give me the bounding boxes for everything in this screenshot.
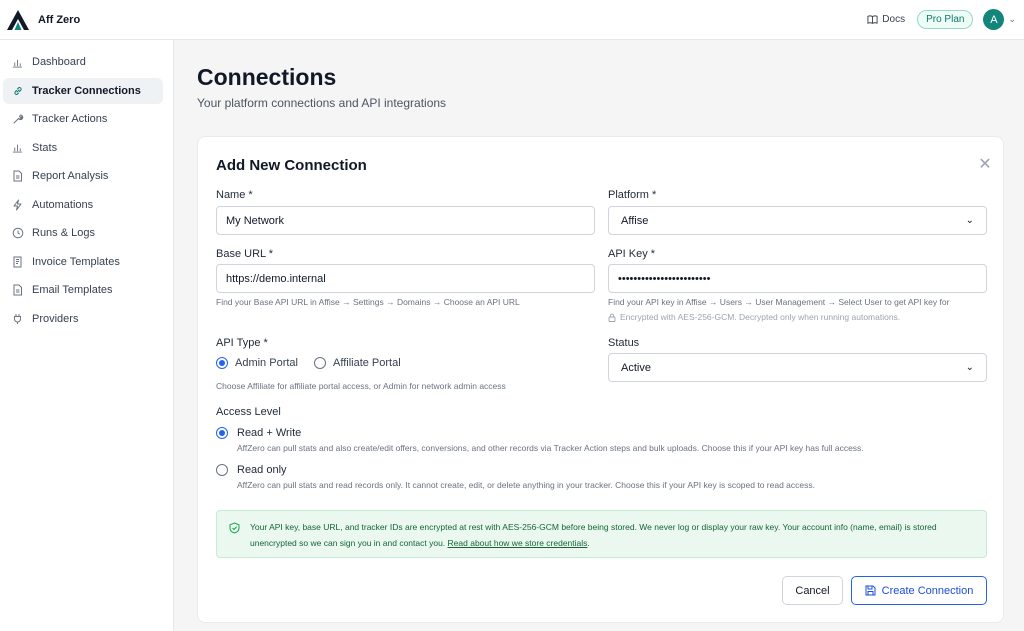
bar-chart-icon xyxy=(11,56,24,69)
sidebar-item-label: Email Templates xyxy=(32,284,113,296)
chevron-down-icon[interactable]: ⌄ xyxy=(1008,14,1016,25)
chevron-down-icon: ⌄ xyxy=(965,362,974,373)
sidebar-item-label: Invoice Templates xyxy=(32,255,120,268)
sidebar-item-stats[interactable]: Stats xyxy=(3,135,163,161)
radio-label: Affiliate Portal xyxy=(333,357,401,369)
status-label: Status xyxy=(608,337,640,349)
sidebar-item-dashboard[interactable]: Dashboard xyxy=(3,49,163,75)
page-subtitle: Your platform connections and API integr… xyxy=(197,96,447,110)
brand-name: Aff Zero xyxy=(38,13,81,26)
access-read-only-radio[interactable] xyxy=(216,464,228,476)
radio-checked[interactable] xyxy=(216,357,228,369)
encryption-note-text: Encrypted with AES-256-GCM. Decrypted on… xyxy=(620,312,901,322)
sidebar-item-label: Runs & Logs xyxy=(32,227,95,239)
sidebar-item-email-templates[interactable]: Email Templates xyxy=(3,277,163,303)
brand[interactable]: Aff Zero xyxy=(6,8,80,32)
sidebar: Dashboard Tracker Connections Tracker Ac… xyxy=(0,40,174,631)
shield-check-icon xyxy=(229,522,240,534)
sidebar-item-label: Report Analysis xyxy=(32,170,109,182)
cancel-button[interactable]: Cancel xyxy=(782,576,843,605)
bar-chart-icon xyxy=(11,141,24,154)
name-label: Name * xyxy=(216,189,253,201)
api-type-label: API Type * xyxy=(216,337,268,349)
create-connection-button[interactable]: Create Connection xyxy=(851,576,987,605)
platform-label: Platform * xyxy=(608,189,657,201)
sidebar-item-label: Providers xyxy=(32,312,79,325)
notice-period: . xyxy=(587,537,590,548)
clock-icon xyxy=(11,227,24,240)
api-key-input[interactable] xyxy=(608,264,987,293)
sidebar-item-report-analysis[interactable]: Report Analysis xyxy=(3,163,163,189)
docs-label: Docs xyxy=(882,14,906,25)
access-read-only-desc: AffZero can pull stats and read records … xyxy=(237,480,815,490)
api-type-hint: Choose Affiliate for affiliate portal ac… xyxy=(216,381,506,391)
sidebar-item-label: Tracker Actions xyxy=(32,113,108,125)
security-notice: Your API key, base URL, and tracker IDs … xyxy=(216,510,987,558)
api-type-affiliate-portal[interactable]: Affiliate Portal xyxy=(314,357,401,369)
radio-label: Admin Portal xyxy=(235,357,298,369)
base-url-input[interactable] xyxy=(216,264,595,293)
plug-icon xyxy=(11,312,24,325)
chevron-down-icon: ⌄ xyxy=(965,215,974,226)
docs-link[interactable]: Docs xyxy=(867,14,905,25)
main-content: Connections Your platform connections an… xyxy=(175,40,1024,631)
wrench-icon xyxy=(11,113,24,126)
avatar[interactable]: A xyxy=(983,9,1005,30)
base-url-label: Base URL * xyxy=(216,248,274,260)
platform-select[interactable]: Affise ⌄ xyxy=(608,206,987,235)
close-icon[interactable]: ✕ xyxy=(977,157,993,173)
access-read-write-desc: AffZero can pull stats and also create/e… xyxy=(237,443,864,453)
save-icon xyxy=(865,585,876,596)
sidebar-item-label: Stats xyxy=(32,141,58,154)
sidebar-item-automations[interactable]: Automations xyxy=(3,192,163,218)
platform-value: Affise xyxy=(621,214,649,227)
sidebar-item-runs-logs[interactable]: Runs & Logs xyxy=(3,220,163,246)
status-value: Active xyxy=(621,361,651,374)
sidebar-item-label: Tracker Connections xyxy=(32,84,141,97)
notice-body: Your API key, base URL, and tracker IDs … xyxy=(250,522,937,548)
sidebar-item-label: Automations xyxy=(32,198,94,211)
sidebar-item-tracker-actions[interactable]: Tracker Actions xyxy=(3,106,163,132)
access-read-write-title[interactable]: Read + Write xyxy=(237,427,301,439)
document-icon xyxy=(11,170,24,183)
sidebar-item-providers[interactable]: Providers xyxy=(3,306,163,332)
api-key-hint: Find your API key in Affise → Users → Us… xyxy=(608,297,950,307)
base-url-hint: Find your Base API URL in Affise → Setti… xyxy=(216,297,520,307)
receipt-icon xyxy=(11,255,24,268)
card-title: Add New Connection xyxy=(216,157,367,174)
notice-text: Your API key, base URL, and tracker IDs … xyxy=(250,520,980,551)
access-read-write-radio[interactable] xyxy=(216,427,228,439)
book-icon xyxy=(867,15,878,24)
lock-icon xyxy=(608,313,616,322)
api-type-admin-portal[interactable]: Admin Portal xyxy=(216,357,298,369)
api-key-label: API Key * xyxy=(608,248,656,260)
brand-logo-icon xyxy=(7,9,29,30)
top-bar: Aff Zero Docs Pro Plan A ⌄ xyxy=(0,0,1024,40)
radio-unchecked[interactable] xyxy=(314,357,326,369)
credentials-link[interactable]: Read about how we store credentials xyxy=(448,538,588,548)
sidebar-item-label: Dashboard xyxy=(32,56,86,68)
plan-badge[interactable]: Pro Plan xyxy=(917,10,974,29)
sidebar-item-tracker-connections[interactable]: Tracker Connections xyxy=(3,77,163,104)
lightning-icon xyxy=(11,198,24,211)
add-connection-card: Add New Connection ✕ Name * Platform * A… xyxy=(197,136,1004,623)
access-level-label: Access Level xyxy=(216,406,281,418)
page-title: Connections xyxy=(197,64,337,90)
access-read-only-title[interactable]: Read only xyxy=(237,464,287,476)
document-icon xyxy=(11,284,24,297)
status-select[interactable]: Active ⌄ xyxy=(608,353,987,382)
link-icon xyxy=(11,84,24,97)
name-input[interactable] xyxy=(216,206,595,235)
sidebar-item-invoice-templates[interactable]: Invoice Templates xyxy=(3,249,163,275)
encryption-note: Encrypted with AES-256-GCM. Decrypted on… xyxy=(608,312,900,322)
create-connection-label: Create Connection xyxy=(881,584,974,597)
